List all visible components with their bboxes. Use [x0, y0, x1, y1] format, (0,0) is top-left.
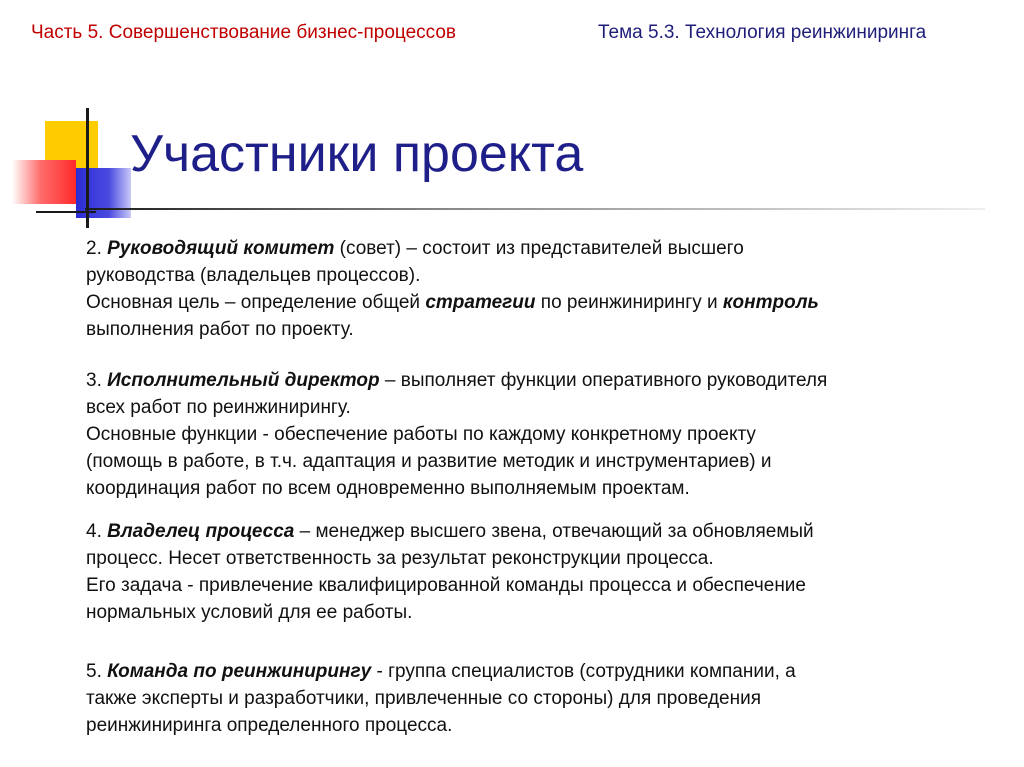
item-line: 4. Владелец процесса – менеджер высшего … [86, 518, 814, 545]
item-number: 4. [86, 521, 108, 542]
item-line: Его задача - привлечение квалифицированн… [86, 575, 806, 596]
item-line: 2. Руководящий комитет (совет) – состоит… [86, 235, 819, 262]
item-line: 5. Команда по реинжинирингу - группа спе… [86, 658, 796, 685]
item-line: выполнения работ по проекту. [86, 319, 354, 340]
item-process-owner: 4. Владелец процесса – менеджер высшего … [86, 518, 814, 626]
item-reengineering-team: 5. Команда по реинжинирингу - группа спе… [86, 658, 796, 739]
item-text: – менеджер высшего звена, отвечающий за … [294, 521, 814, 542]
item-line: руководства (владельцев процессов). [86, 265, 421, 286]
item-line: процесс. Несет ответственность за резуль… [86, 548, 714, 569]
item-steering-committee: 2. Руководящий комитет (совет) – состоит… [86, 235, 819, 343]
item-line: реинжиниринга определенного процесса. [86, 715, 453, 736]
item-number: 3. [86, 370, 108, 391]
decoration-horizontal-line [36, 211, 96, 213]
title-underline [85, 208, 985, 210]
item-line: (помощь в работе, в т.ч. адаптация и раз… [86, 451, 772, 472]
item-line: 3. Исполнительный директор – выполняет ф… [86, 367, 827, 394]
item-line: Основные функции - обеспечение работы по… [86, 424, 756, 445]
item-text: – выполняет функции оперативного руковод… [379, 370, 828, 391]
item-text: (совет) – состоит из представителей высш… [334, 238, 744, 259]
decoration-vertical-line [86, 108, 89, 228]
item-line: также эксперты и разработчики, привлечен… [86, 688, 762, 709]
slide-title: Участники проекта [130, 125, 584, 183]
title-decoration [0, 108, 140, 228]
item-term: Команда по реинжинирингу [107, 661, 372, 682]
item-text: - группа специалистов (сотрудники компан… [371, 661, 796, 682]
header-topic-label: Тема 5.3. Технология реинжиниринга [598, 22, 927, 43]
item-text: по реинжинирингу и [535, 292, 723, 313]
item-number: 2. [86, 238, 108, 259]
item-executive-director: 3. Исполнительный директор – выполняет ф… [86, 367, 827, 502]
header-section-label: Часть 5. Совершенствование бизнес-процес… [31, 22, 457, 43]
item-line: нормальных условий для ее работы. [86, 602, 413, 623]
item-term: Исполнительный директор [107, 370, 380, 391]
item-line: Основная цель – определение общей страте… [86, 289, 819, 316]
item-line: всех работ по реинжинирингу. [86, 397, 351, 418]
item-line: координация работ по всем одновременно в… [86, 478, 690, 499]
item-emphasis: стратегии [425, 292, 536, 313]
item-term: Владелец процесса [107, 521, 295, 542]
item-emphasis: контроль [722, 292, 819, 313]
item-term: Руководящий комитет [107, 238, 335, 259]
item-text: Основная цель – определение общей [86, 292, 426, 313]
item-number: 5. [86, 661, 108, 682]
decoration-red-square [12, 160, 76, 204]
